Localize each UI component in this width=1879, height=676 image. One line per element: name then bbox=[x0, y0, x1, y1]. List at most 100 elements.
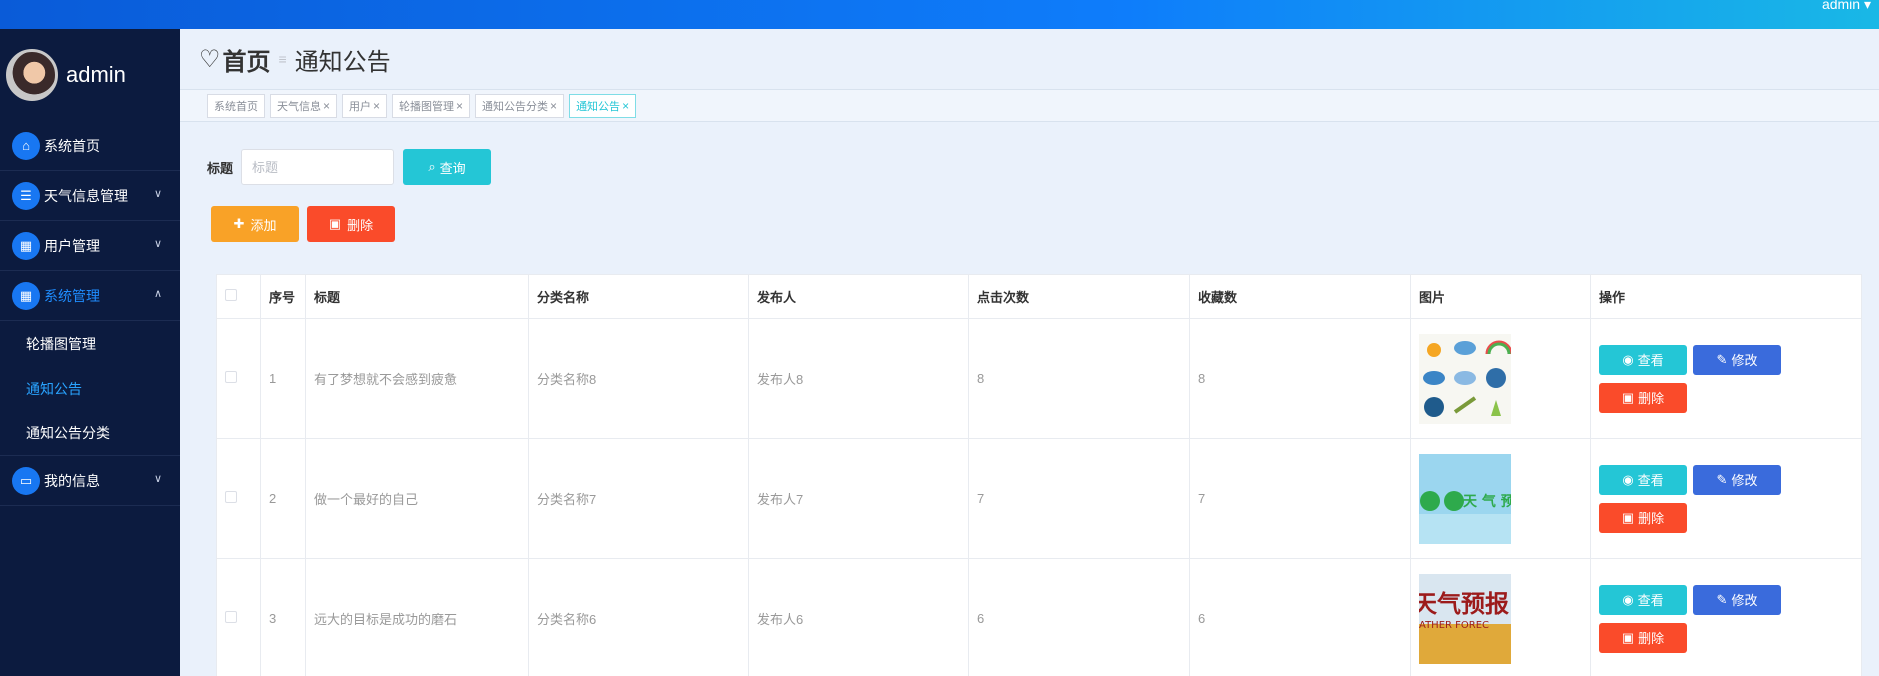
trash-icon: ▣ bbox=[1621, 389, 1635, 405]
sidebar-item-label: 用户管理 bbox=[44, 237, 100, 254]
sidebar-item-my-info[interactable]: ▭ 我的信息 ∨ bbox=[0, 456, 180, 506]
row-select-cell bbox=[216, 558, 261, 676]
search-icon: ⌕ bbox=[428, 159, 436, 174]
main-content: ♡ 首页 ≡ 通知公告 系统首页 天气信息 × 用户 × 轮播图管理 × 通知公告分类… bbox=[180, 29, 1879, 676]
edit-button[interactable]: ✎ 修改 bbox=[1693, 344, 1781, 375]
tag-users[interactable]: 用户 × bbox=[342, 93, 388, 118]
apps-icon: ▦ bbox=[12, 281, 40, 310]
close-icon[interactable]: × bbox=[456, 99, 463, 113]
row-checkbox[interactable] bbox=[225, 371, 237, 383]
trash-icon: ▣ bbox=[328, 216, 342, 231]
tag-home[interactable]: 系统首页 bbox=[207, 93, 265, 118]
chevron-down-icon: ∨ bbox=[153, 473, 162, 485]
sidebar-item-system[interactable]: ▦ 系统管理 ∧ bbox=[0, 271, 180, 321]
tag-carousel[interactable]: 轮播图管理 × bbox=[392, 93, 471, 118]
chevron-up-icon: ∧ bbox=[153, 288, 162, 300]
image-caption: 天 气 预报 bbox=[1463, 493, 1511, 510]
sidebar-subitem-carousel[interactable]: 轮播图管理 bbox=[0, 321, 180, 366]
column-header: 图片 bbox=[1410, 274, 1591, 319]
edit-button[interactable]: ✎ 修改 bbox=[1693, 464, 1781, 495]
cell-clicks: 7 bbox=[968, 438, 1190, 559]
image-caption: 天气预报 bbox=[1419, 589, 1509, 618]
cell-image bbox=[1410, 318, 1591, 439]
breadcrumb-home[interactable]: 首页 bbox=[223, 42, 271, 77]
cell-category: 分类名称6 bbox=[528, 558, 749, 676]
tag-weather[interactable]: 天气信息 × bbox=[270, 93, 338, 118]
card-icon: ▭ bbox=[12, 466, 40, 495]
sidebar: admin ⌂ 系统首页 ☰ 天气信息管理 ∨ ▦ 用户管理 ∨ ▦ 系统管理 … bbox=[0, 29, 180, 676]
view-button[interactable]: ◉ 查看 bbox=[1599, 584, 1687, 615]
delete-label: 删除 bbox=[1638, 391, 1665, 406]
tag-label: 通知公告 bbox=[576, 100, 621, 113]
tag-label: 通知公告分类 bbox=[482, 100, 549, 113]
trash-icon: ▣ bbox=[1621, 629, 1635, 645]
close-icon[interactable]: × bbox=[550, 99, 557, 113]
tag-label: 轮播图管理 bbox=[399, 100, 455, 113]
add-button-label: 添加 bbox=[250, 217, 277, 233]
tag-notice[interactable]: 通知公告 × bbox=[569, 93, 637, 118]
profile-name: admin bbox=[66, 62, 126, 87]
weather-icons-thumbnail bbox=[1419, 333, 1511, 424]
cell-publisher: 发布人8 bbox=[748, 318, 969, 439]
sidebar-item-home[interactable]: ⌂ 系统首页 bbox=[0, 121, 180, 171]
action-row: ✚ 添加 ▣ 删除 bbox=[211, 206, 395, 242]
view-button[interactable]: ◉ 查看 bbox=[1599, 464, 1687, 495]
top-bar: admin ▾ bbox=[0, 0, 1879, 29]
cell-operations: ◉ 查看 ✎ 修改 ▣ 删除 bbox=[1590, 438, 1862, 559]
delete-label: 删除 bbox=[1638, 511, 1665, 526]
weather-forecast-thumbnail: 天 气 预报 bbox=[1419, 453, 1511, 544]
cell-favorites: 7 bbox=[1189, 438, 1411, 559]
avatar bbox=[6, 49, 58, 101]
weather-forecast-field-thumbnail: 天气预报 ATHER FOREC bbox=[1419, 573, 1511, 664]
delete-button[interactable]: ▣ 删除 bbox=[307, 206, 395, 242]
close-icon[interactable]: × bbox=[373, 99, 380, 113]
cell-image: 天气预报 ATHER FOREC bbox=[1410, 558, 1591, 676]
view-button[interactable]: ◉ 查看 bbox=[1599, 344, 1687, 375]
cell-title: 做一个最好的自己 bbox=[305, 438, 529, 559]
cell-image: 天 气 预报 bbox=[1410, 438, 1591, 559]
column-header: 序号 bbox=[260, 274, 306, 319]
chevron-down-icon: ∨ bbox=[153, 188, 162, 200]
notice-table: 序号 标题 分类名称 发布人 点击次数 收藏数 图片 操作 1 有了梦想就不会感… bbox=[216, 274, 1862, 676]
column-header: 操作 bbox=[1590, 274, 1862, 319]
edit-label: 修改 bbox=[1731, 473, 1758, 488]
page-title: 通知公告 bbox=[294, 48, 391, 76]
breadcrumb: ♡ 首页 ≡ 通知公告 bbox=[180, 29, 1879, 89]
search-row: 标题 ⌕ 查询 bbox=[207, 149, 492, 185]
row-delete-button[interactable]: ▣ 删除 bbox=[1599, 622, 1687, 653]
row-checkbox[interactable] bbox=[225, 491, 237, 503]
user-menu[interactable]: admin ▾ bbox=[1822, 0, 1871, 13]
sidebar-item-users[interactable]: ▦ 用户管理 ∨ bbox=[0, 221, 180, 271]
query-button[interactable]: ⌕ 查询 bbox=[403, 149, 492, 185]
add-button[interactable]: ✚ 添加 bbox=[211, 206, 299, 242]
search-input[interactable] bbox=[241, 149, 395, 185]
edit-label: 修改 bbox=[1731, 593, 1758, 608]
select-all-checkbox[interactable] bbox=[225, 289, 237, 301]
cell-favorites: 6 bbox=[1189, 558, 1411, 676]
edit-label: 修改 bbox=[1731, 353, 1758, 368]
tag-notice-category[interactable]: 通知公告分类 × bbox=[475, 93, 565, 118]
cell-publisher: 发布人6 bbox=[748, 558, 969, 676]
sidebar-subitem-notice-category[interactable]: 通知公告分类 bbox=[0, 411, 180, 456]
eye-icon: ◉ bbox=[1622, 351, 1634, 367]
row-delete-button[interactable]: ▣ 删除 bbox=[1599, 382, 1687, 413]
edit-button[interactable]: ✎ 修改 bbox=[1693, 584, 1781, 615]
cell-publisher: 发布人7 bbox=[748, 438, 969, 559]
sidebar-subitem-notice[interactable]: 通知公告 bbox=[0, 366, 180, 411]
eye-icon: ◉ bbox=[1622, 471, 1634, 487]
sidebar-item-label: 系统首页 bbox=[44, 137, 100, 154]
row-checkbox[interactable] bbox=[225, 611, 237, 623]
cell-operations: ◉ 查看 ✎ 修改 ▣ 删除 bbox=[1590, 558, 1862, 676]
sidebar-item-weather[interactable]: ☰ 天气信息管理 ∨ bbox=[0, 171, 180, 221]
row-delete-button[interactable]: ▣ 删除 bbox=[1599, 502, 1687, 533]
sidebar-item-label: 天气信息管理 bbox=[44, 187, 128, 204]
close-icon[interactable]: × bbox=[323, 99, 330, 113]
table-row: 3 远大的目标是成功的磨石 分类名称6 发布人6 6 6 天气预报 ATHER … bbox=[216, 558, 1862, 676]
column-header: 标题 bbox=[305, 274, 529, 319]
close-icon[interactable]: × bbox=[622, 99, 629, 113]
tag-label: 用户 bbox=[349, 100, 372, 113]
edit-icon: ✎ bbox=[1716, 471, 1728, 487]
cell-favorites: 8 bbox=[1189, 318, 1411, 439]
edit-icon: ✎ bbox=[1716, 591, 1728, 607]
select-all-cell bbox=[216, 274, 261, 319]
